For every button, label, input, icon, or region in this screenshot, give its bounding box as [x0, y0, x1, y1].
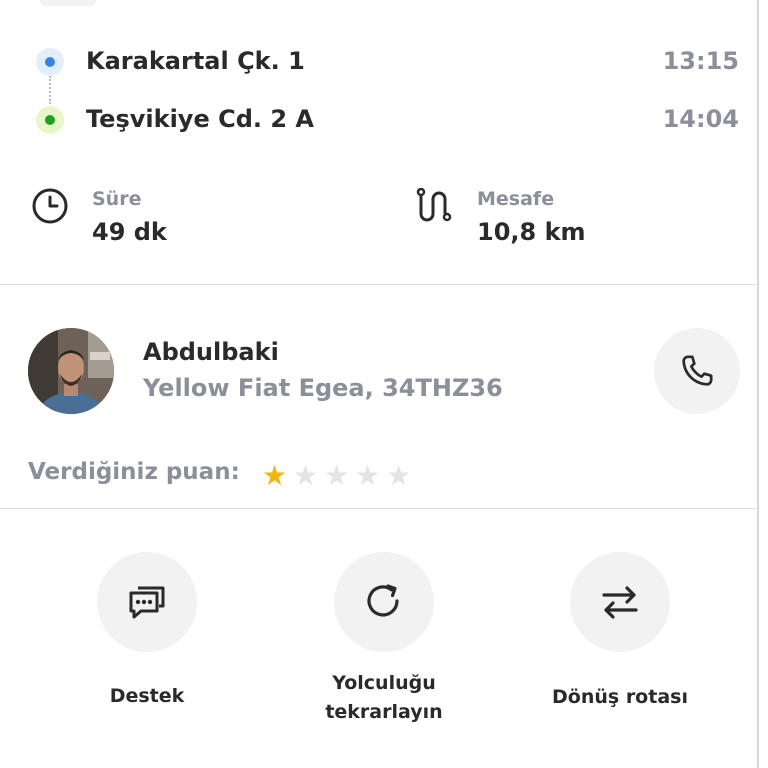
- star-icon[interactable]: ★: [352, 461, 383, 491]
- route-origin: Karakartal Çk. 1 13:15: [0, 40, 757, 80]
- sheet-top-edge: [40, 0, 96, 6]
- driver-avatar: [28, 328, 114, 414]
- phone-icon: [682, 355, 713, 386]
- route-destination: Teşvikiye Cd. 2 A 14:04: [0, 98, 757, 138]
- origin-time: 13:15: [662, 47, 739, 75]
- rating-stars: ★ ★ ★ ★ ★: [259, 461, 414, 491]
- repeat-icon-circle: [334, 552, 434, 652]
- chat-support-icon: [129, 586, 165, 619]
- destination-name: Teşvikiye Cd. 2 A: [86, 105, 314, 133]
- origin-name: Karakartal Çk. 1: [86, 47, 305, 75]
- distance-value: 10,8 km: [477, 218, 586, 246]
- star-icon[interactable]: ★: [321, 461, 352, 491]
- distance-stat: Mesafe 10,8 km: [415, 187, 715, 248]
- route-icon: [415, 187, 455, 228]
- repeat-trip-button[interactable]: Yolculuğu tekrarlayın: [284, 552, 484, 732]
- driver-name: Abdulbaki: [143, 338, 279, 366]
- repeat-trip-label-line2: tekrarlayın: [325, 701, 443, 723]
- call-driver-button[interactable]: [654, 328, 740, 414]
- destination-time: 14:04: [662, 105, 739, 133]
- driver-vehicle: Yellow Fiat Egea, 34THZ36: [143, 374, 503, 402]
- trip-details-screen: Karakartal Çk. 1 13:15 Teşvikiye Cd. 2 A…: [0, 0, 768, 768]
- scrollbar[interactable]: [757, 0, 759, 768]
- duration-label: Süre: [92, 188, 142, 210]
- section-divider: [0, 284, 757, 285]
- star-icon[interactable]: ★: [383, 461, 414, 491]
- swap-arrows-icon: [602, 586, 638, 619]
- star-icon[interactable]: ★: [290, 461, 321, 491]
- destination-marker-icon: [36, 106, 64, 134]
- return-route-icon-circle: [570, 552, 670, 652]
- origin-marker-icon: [36, 48, 64, 76]
- section-divider: [0, 508, 757, 509]
- rating-label: Verdiğiniz puan:: [28, 459, 240, 485]
- distance-label: Mesafe: [477, 188, 555, 210]
- return-route-label: Dönüş rotası: [552, 686, 688, 708]
- support-button[interactable]: Destek: [47, 552, 247, 732]
- clock-icon: [30, 188, 70, 228]
- return-route-button[interactable]: Dönüş rotası: [520, 552, 720, 732]
- refresh-icon: [367, 584, 399, 617]
- duration-value: 49 dk: [92, 218, 167, 246]
- duration-stat: Süre 49 dk: [30, 188, 330, 248]
- support-label: Destek: [109, 685, 185, 707]
- star-icon[interactable]: ★: [259, 461, 290, 491]
- repeat-trip-label-line1: Yolculuğu: [332, 672, 436, 694]
- support-icon-circle: [97, 552, 197, 652]
